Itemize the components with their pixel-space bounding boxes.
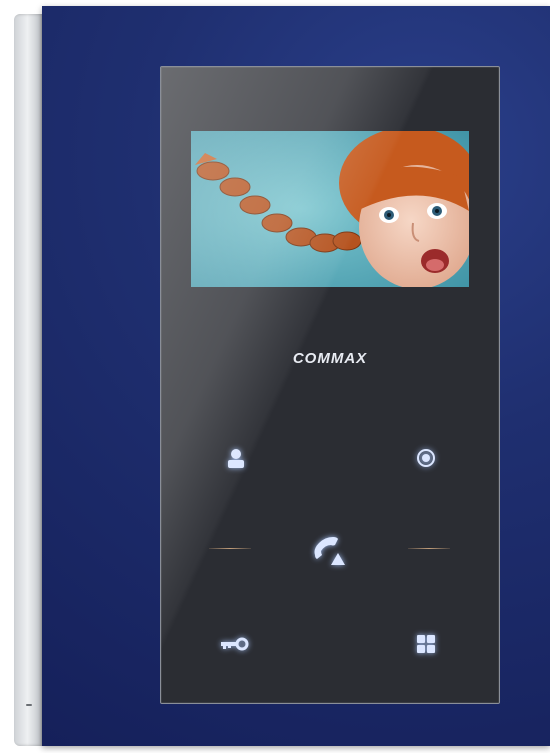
record-dot-icon — [417, 449, 435, 467]
separator-right — [408, 548, 450, 549]
menu-button[interactable] — [409, 627, 443, 661]
monitor-button[interactable] — [219, 441, 253, 475]
glass-panel: COMMAX — [160, 66, 500, 704]
door-open-button[interactable] — [217, 627, 251, 661]
person-icon — [228, 449, 244, 468]
talk-button[interactable] — [309, 531, 349, 571]
device-side-edge — [14, 14, 44, 746]
front-panel: COMMAX — [42, 6, 550, 746]
video-screen — [191, 131, 469, 287]
video-intercom-device: COMMAX — [14, 6, 550, 746]
screen-photo — [191, 131, 469, 287]
record-button[interactable] — [409, 441, 443, 475]
key-icon — [221, 637, 249, 651]
side-indicator — [26, 704, 32, 706]
brand-logo: COMMAX — [292, 350, 368, 367]
grid-menu-icon — [417, 635, 435, 653]
separator-left — [209, 548, 251, 549]
handset-icon — [314, 537, 345, 565]
